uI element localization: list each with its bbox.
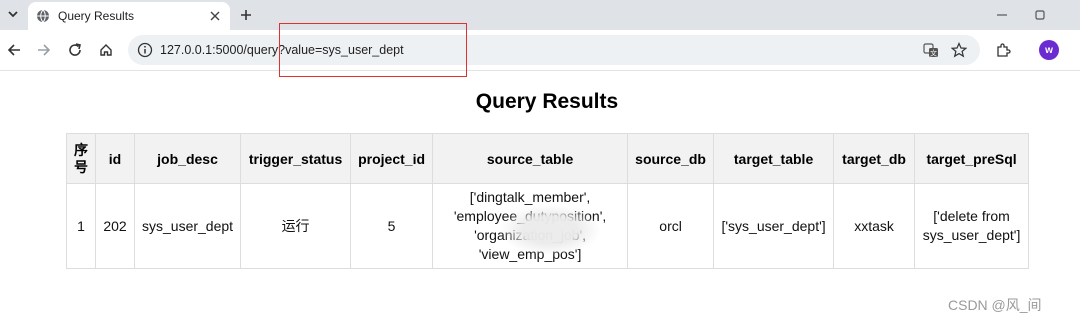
- table-header-row: 序号 id job_desc trigger_status project_id…: [66, 133, 1030, 184]
- redaction-smudge: [500, 205, 600, 255]
- forward-arrow-icon[interactable]: [34, 40, 54, 60]
- minimize-icon[interactable]: [993, 6, 1011, 24]
- header-source-db: source_db: [627, 133, 715, 184]
- header-id: id: [95, 133, 135, 184]
- header-index: 序号: [66, 133, 96, 184]
- header-source-table: source_table: [432, 133, 629, 184]
- home-icon[interactable]: [96, 40, 116, 60]
- cell-index: 1: [66, 183, 96, 269]
- header-trigger-status: trigger_status: [240, 133, 352, 184]
- tab-query-results[interactable]: Query Results: [28, 2, 230, 30]
- maximize-icon[interactable]: [1031, 6, 1049, 24]
- address-bar[interactable]: 127.0.0.1:5000/query?value=sys_user_dept…: [128, 35, 980, 65]
- extensions-icon[interactable]: [993, 40, 1013, 60]
- cell-id: 202: [95, 183, 135, 269]
- cell-trigger-status: 运行: [240, 183, 352, 269]
- svg-text:文: 文: [930, 49, 937, 58]
- reload-icon[interactable]: [65, 40, 85, 60]
- watermark: CSDN @风_间: [948, 297, 1042, 313]
- browser-toolbar: 127.0.0.1:5000/query?value=sys_user_dept…: [0, 30, 1080, 71]
- page-title: Query Results: [475, 90, 619, 113]
- tab-search-icon[interactable]: [2, 3, 24, 25]
- star-icon[interactable]: [951, 42, 967, 58]
- header-project-id: project_id: [350, 133, 434, 184]
- info-icon[interactable]: [137, 42, 153, 58]
- header-target-table: target_table: [713, 133, 835, 184]
- close-icon[interactable]: [208, 9, 222, 23]
- cell-job-desc: sys_user_dept: [133, 183, 242, 269]
- plus-icon[interactable]: [236, 5, 256, 25]
- cell-target-presql: ['delete from sys_user_dept']: [914, 183, 1030, 269]
- highlight-box: [279, 23, 467, 77]
- header-target-db: target_db: [833, 133, 916, 184]
- tab-title: Query Results: [58, 9, 135, 23]
- cell-target-table: ['sys_user_dept']: [713, 183, 835, 269]
- cell-target-db: xxtask: [833, 183, 916, 269]
- cell-source-db: orcl: [627, 183, 715, 269]
- tab-strip: Query Results: [0, 0, 1080, 30]
- back-arrow-icon[interactable]: [4, 40, 24, 60]
- avatar[interactable]: w: [1039, 40, 1059, 60]
- cell-project-id: 5: [350, 183, 434, 269]
- translate-icon[interactable]: 文: [923, 42, 939, 58]
- globe-icon: [36, 9, 50, 23]
- header-target-presql: target_preSql: [914, 133, 1030, 184]
- header-job-desc: job_desc: [133, 133, 242, 184]
